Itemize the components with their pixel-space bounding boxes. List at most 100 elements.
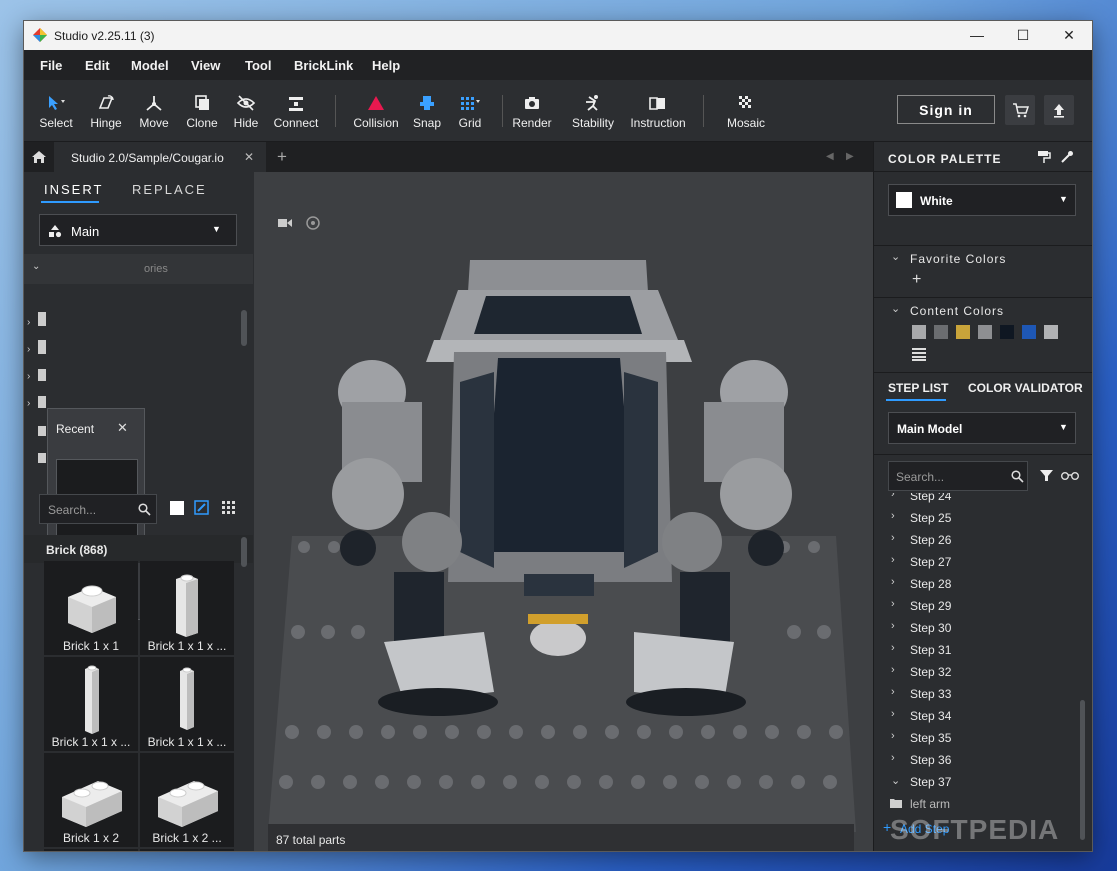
step-item[interactable]: › Step 35 <box>874 727 1074 749</box>
tab-insert[interactable]: INSERT <box>44 182 103 197</box>
step-item[interactable]: › Step 27 <box>874 551 1074 573</box>
favorite-colors-header[interactable]: Favorite Colors <box>910 252 1006 266</box>
brick-card[interactable] <box>44 849 138 851</box>
chevron-right-icon[interactable]: › <box>891 642 895 654</box>
content-colors-header[interactable]: Content Colors <box>910 304 1004 318</box>
step-item[interactable]: › Step 29 <box>874 595 1074 617</box>
tab-scroll-left-icon[interactable]: ◀ <box>826 151 834 162</box>
clone-tool[interactable]: Clone <box>178 80 226 141</box>
mosaic-tool[interactable]: Mosaic <box>721 80 771 141</box>
color-swatch[interactable] <box>1000 325 1014 339</box>
step-item[interactable]: ⌄ Step 37 <box>874 771 1074 793</box>
render-tool[interactable]: Render <box>509 80 555 141</box>
cart-button[interactable] <box>1005 95 1035 125</box>
brick-card[interactable] <box>140 849 234 851</box>
chevron-right-icon[interactable]: › <box>891 620 895 632</box>
sign-in-button[interactable]: Sign in <box>897 95 995 124</box>
hinge-tool[interactable]: Hinge <box>82 80 130 141</box>
chevron-right-icon[interactable]: › <box>891 708 895 720</box>
step-item[interactable]: › Step 33 <box>874 683 1074 705</box>
new-tab-button[interactable]: + <box>277 147 287 167</box>
step-item[interactable]: › Step 28 <box>874 573 1074 595</box>
menu-help[interactable]: Help <box>372 58 400 73</box>
color-swatch[interactable] <box>1044 325 1058 339</box>
chevron-right-icon[interactable]: › <box>891 532 895 544</box>
chevron-right-icon[interactable]: › <box>891 554 895 566</box>
brick-card[interactable]: Brick 1 x 2 <box>44 753 138 847</box>
step-item[interactable]: › Step 34 <box>874 705 1074 727</box>
step-item[interactable]: › Step 32 <box>874 661 1074 683</box>
collision-tool[interactable]: Collision <box>350 80 402 141</box>
library-dropdown[interactable]: Main ▼ <box>39 214 237 246</box>
paint-roller-icon[interactable] <box>1037 150 1051 164</box>
brick-card[interactable]: Brick 1 x 2 ... <box>140 753 234 847</box>
part-search-input[interactable]: Search... <box>39 494 157 524</box>
add-favorite-color-button[interactable]: + <box>912 271 921 289</box>
color-filter-white-icon[interactable] <box>170 501 184 515</box>
hide-tool[interactable]: Hide <box>222 80 270 141</box>
brick-card[interactable]: Brick 1 x 1 x ... <box>44 657 138 751</box>
chevron-right-icon[interactable]: › <box>891 686 895 698</box>
chevron-right-icon[interactable]: › <box>891 493 895 500</box>
select-tool[interactable]: Select <box>32 80 80 141</box>
maximize-button[interactable]: ☐ <box>1000 21 1046 50</box>
instruction-tool[interactable]: Instruction <box>625 80 691 141</box>
step-item[interactable]: › Step 24 <box>874 493 1074 507</box>
color-swatch[interactable] <box>1022 325 1036 339</box>
list-lines-icon[interactable] <box>912 347 926 361</box>
tab-color-validator[interactable]: COLOR VALIDATOR <box>968 381 1083 395</box>
collapse-favorites-icon[interactable]: ⌄ <box>891 250 900 263</box>
edit-filter-icon[interactable] <box>194 500 209 515</box>
step-item[interactable]: › Step 30 <box>874 617 1074 639</box>
stability-tool[interactable]: Stability <box>567 80 619 141</box>
close-tab-icon[interactable]: ✕ <box>244 150 254 164</box>
list-item[interactable]: left arm <box>874 793 1080 815</box>
color-swatch[interactable] <box>934 325 948 339</box>
chevron-right-icon[interactable]: › <box>891 598 895 610</box>
3d-viewport[interactable]: 87 total parts <box>254 172 873 851</box>
glasses-icon[interactable] <box>1061 470 1079 481</box>
home-icon[interactable] <box>31 150 47 164</box>
step-list-scrollbar[interactable] <box>1080 700 1085 840</box>
close-recent-icon[interactable]: ✕ <box>117 420 128 436</box>
category-header[interactable]: ⌄ ories <box>24 254 253 284</box>
upload-button[interactable] <box>1044 95 1074 125</box>
tab-cougar[interactable]: Studio 2.0/Sample/Cougar.io ✕ <box>54 142 266 172</box>
chevron-right-icon[interactable]: › <box>891 664 895 676</box>
menu-edit[interactable]: Edit <box>85 58 110 73</box>
expand-arrow-icon[interactable]: › <box>27 344 30 355</box>
tab-step-list[interactable]: STEP LIST <box>888 381 948 395</box>
chevron-right-icon[interactable]: › <box>891 576 895 588</box>
chevron-right-icon[interactable]: › <box>891 752 895 764</box>
step-item[interactable]: › Step 25 <box>874 507 1074 529</box>
tab-scroll-right-icon[interactable]: ▶ <box>846 151 854 162</box>
minimize-button[interactable]: — <box>954 21 1000 50</box>
tab-replace[interactable]: REPLACE <box>132 182 207 197</box>
model-select-dropdown[interactable]: Main Model ▼ <box>888 412 1076 444</box>
connect-tool[interactable]: Connect <box>268 80 324 141</box>
step-item[interactable]: › Step 36 <box>874 749 1074 771</box>
brick-card[interactable]: Brick 1 x 1 x ... <box>140 657 234 751</box>
color-swatch[interactable] <box>912 325 926 339</box>
filter-icon[interactable] <box>1040 469 1053 482</box>
menu-view[interactable]: View <box>191 58 220 73</box>
brick-list-scrollbar[interactable] <box>241 537 247 567</box>
snap-tool[interactable]: Snap <box>407 80 447 141</box>
eyedropper-icon[interactable] <box>1060 150 1074 164</box>
menu-tool[interactable]: Tool <box>245 58 271 73</box>
expand-arrow-icon[interactable]: › <box>27 317 30 328</box>
move-tool[interactable]: Move <box>130 80 178 141</box>
chevron-down-icon[interactable]: ⌄ <box>891 774 900 787</box>
menu-bricklink[interactable]: BrickLink <box>294 58 353 73</box>
step-item[interactable]: › Step 26 <box>874 529 1074 551</box>
grid-tool[interactable]: Grid <box>450 80 490 141</box>
brick-card[interactable]: Brick 1 x 1 x ... <box>140 561 234 655</box>
expand-arrow-icon[interactable]: › <box>27 371 30 382</box>
menu-file[interactable]: File <box>40 58 62 73</box>
close-window-button[interactable]: ✕ <box>1046 21 1092 50</box>
color-swatch[interactable] <box>956 325 970 339</box>
color-select-dropdown[interactable]: White ▼ <box>888 184 1076 216</box>
chevron-right-icon[interactable]: › <box>891 510 895 522</box>
grid-view-icon[interactable] <box>221 500 235 514</box>
brick-card[interactable]: Brick 1 x 1 <box>44 561 138 655</box>
